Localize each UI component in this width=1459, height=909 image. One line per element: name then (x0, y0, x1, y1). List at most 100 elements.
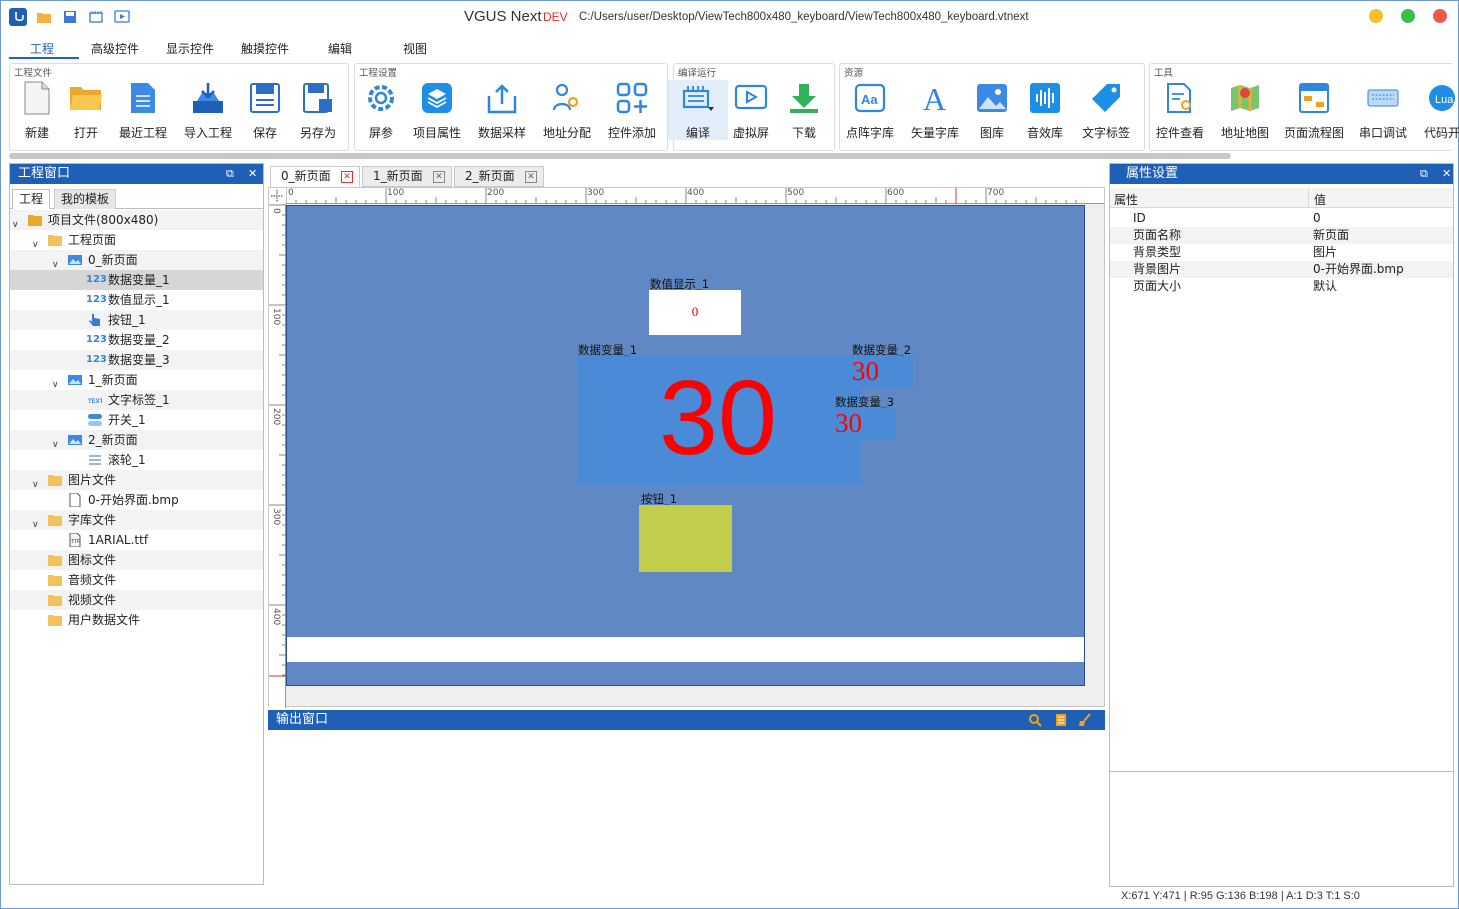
close-icon[interactable]: ✕ (1442, 164, 1451, 184)
title-bar: VGUS Next DEV C:/Users/user/Desktop/View… (1, 1, 1458, 35)
data-var-3-value: 30 (835, 408, 862, 438)
menu-tab-advanced[interactable]: 高级控件 (91, 40, 139, 57)
button-1-widget[interactable] (639, 505, 732, 572)
prop-row-page-size[interactable]: 页面大小 默认 (1110, 278, 1453, 295)
menu-tab-view[interactable]: 视图 (403, 40, 427, 57)
prop-row-page-name[interactable]: 页面名称 新页面 (1110, 227, 1453, 244)
properties-panel-header: 属性设置 ⧉ ✕ (1110, 164, 1453, 184)
tree-item-image-file[interactable]: 0-开始界面.bmp (10, 490, 263, 510)
log-file-icon[interactable] (1054, 713, 1068, 727)
audio-wave-icon (1027, 80, 1063, 116)
tab-page-2[interactable]: 2_新页面 ✕ (454, 166, 544, 187)
tree-item-icons[interactable]: 图标文件 (10, 550, 263, 570)
maximize-button[interactable] (1401, 9, 1415, 23)
prop-row-id[interactable]: ID 0 (1110, 210, 1453, 227)
tree-item-data-var-1[interactable]: 123 数据变量_1 (10, 270, 263, 290)
prop-row-bg-type[interactable]: 背景类型 图片 (1110, 244, 1453, 261)
design-canvas[interactable]: 0 100 200 300 400 500 600 700 0 100 200 … (268, 187, 1105, 708)
tab-page-1[interactable]: 1_新页面 ✕ (362, 166, 452, 187)
prop-row-bg-image[interactable]: 背景图片 0-开始界面.bmp (1110, 261, 1453, 278)
compile-quick-icon[interactable] (87, 8, 105, 26)
data-var-3-widget[interactable]: 30 (834, 408, 896, 440)
tab-templates[interactable]: 我的模板 (54, 189, 117, 209)
active-tab-indicator (9, 57, 79, 59)
app-logo-icon[interactable] (9, 8, 27, 26)
tree-item-switch-1[interactable]: 开关_1 (10, 410, 263, 430)
tree-item-userdata[interactable]: 用户数据文件 (10, 610, 263, 630)
page-flow-button[interactable]: 页面流程图 (1284, 80, 1344, 140)
tree-item-images[interactable]: ∨ 图片文件 (10, 470, 263, 490)
open-folder-icon[interactable] (35, 8, 53, 26)
panel-title: 工程窗口 (18, 166, 71, 181)
tree-item-roller-1[interactable]: 滚轮_1 (10, 450, 263, 470)
group-title: 工程设置 (359, 68, 398, 79)
close-icon[interactable]: ✕ (248, 164, 257, 184)
download-button[interactable]: 下载 (774, 80, 834, 140)
tab-page-0[interactable]: 0_新页面 ✕ (270, 166, 360, 187)
dock-icon[interactable]: ⧉ (1420, 164, 1428, 184)
menu-tab-edit[interactable]: 编辑 (328, 40, 352, 57)
tree-item-text-label-1[interactable]: TEXT 文字标签_1 (10, 390, 263, 410)
add-control-button[interactable]: 控件添加 (602, 80, 662, 140)
folder-icon (48, 595, 62, 606)
group-title: 工具 (1154, 68, 1174, 79)
properties-panel: 属性设置 ⧉ ✕ 属性 值 ID 0 页面名称 新页面 背景类型 图片 背景图片… (1109, 163, 1454, 887)
tree-item-root[interactable]: ∨ 项目文件(800x480) (10, 210, 263, 230)
data-sampling-button[interactable]: 数据采样 (472, 80, 532, 140)
control-view-button[interactable]: 控件查看 (1150, 80, 1210, 140)
project-panel-header: 工程窗口 ⧉ ✕ (10, 164, 263, 184)
page-canvas[interactable]: 数值显示_1 0 数据变量_1 30 数据变量_2 30 数据变量_3 30 按… (286, 205, 1085, 686)
page-image-icon (68, 375, 82, 385)
tree-item-font-file[interactable]: TTF 1ARIAL.ttf (10, 530, 263, 550)
address-alloc-button[interactable]: 地址分配 (537, 80, 597, 140)
tree-item-page-1[interactable]: ∨ 1_新页面 (10, 370, 263, 390)
tree-item-pages[interactable]: ∨ 工程页面 (10, 230, 263, 250)
tree-item-page-2[interactable]: ∨ 2_新页面 (10, 430, 263, 450)
tree-item-fonts[interactable]: ∨ 字库文件 (10, 510, 263, 530)
tree-item-num-display-1[interactable]: 123 数值显示_1 (10, 290, 263, 310)
ribbon: 工程文件 新建 打开 最近工程 导入工程 保存 另存为 工程设置 屏参 项目属性… (9, 61, 1459, 153)
minimize-button[interactable] (1369, 9, 1383, 23)
gear-icon (363, 80, 399, 116)
recent-projects-button[interactable]: 最近工程 (113, 80, 173, 140)
code-button[interactable]: Lua 代码开 (1412, 80, 1459, 140)
data-var-1-widget[interactable]: 30 (577, 356, 862, 485)
serial-debug-button[interactable]: 串口调试 (1353, 80, 1413, 140)
address-map-button[interactable]: 地址地图 (1215, 80, 1275, 140)
folder-icon (48, 555, 62, 566)
font-file-icon: TTF (69, 533, 81, 547)
project-props-button[interactable]: 项目属性 (407, 80, 467, 140)
clear-broom-icon[interactable] (1078, 713, 1092, 727)
tree-item-audio[interactable]: 音频文件 (10, 570, 263, 590)
output-panel-header: 输出窗口 (268, 710, 1105, 730)
project-panel: 工程窗口 ⧉ ✕ 工程 我的模板 ∨ 项目文件(800x480) ∨ 工程页面 … (9, 163, 264, 885)
group-title: 编译运行 (678, 68, 717, 79)
tree-item-data-var-3[interactable]: 123 数据变量_3 (10, 350, 263, 370)
save-as-button[interactable]: 另存为 (288, 80, 348, 140)
tree-item-data-var-2[interactable]: 123 数据变量_2 (10, 330, 263, 350)
tree-item-page-0[interactable]: ∨ 0_新页面 (10, 250, 263, 270)
tab-project[interactable]: 工程 (12, 189, 51, 209)
num-display-widget[interactable]: 0 (649, 290, 741, 335)
close-tab-icon[interactable]: ✕ (525, 171, 537, 183)
menu-tab-display[interactable]: 显示控件 (166, 40, 214, 57)
ribbon-scrollbar[interactable] (9, 153, 1231, 159)
close-tab-icon[interactable]: ✕ (341, 171, 353, 183)
tree-item-video[interactable]: 视频文件 (10, 590, 263, 610)
audio-lib-button[interactable]: 音效库 (1015, 80, 1075, 140)
search-icon[interactable] (1028, 713, 1042, 727)
menu-tab-project[interactable]: 工程 (30, 40, 54, 57)
page-image-icon (68, 435, 82, 445)
text-label-button[interactable]: 文字标签 (1076, 80, 1136, 140)
close-button[interactable] (1433, 9, 1447, 23)
close-tab-icon[interactable]: ✕ (433, 171, 445, 183)
virtual-screen-quick-icon[interactable] (113, 8, 131, 26)
dock-icon[interactable]: ⧉ (226, 164, 234, 184)
menu-tab-touch[interactable]: 触摸控件 (241, 40, 289, 57)
project-path: C:/Users/user/Desktop/ViewTech800x480_ke… (579, 11, 1029, 23)
save-icon[interactable] (61, 8, 79, 26)
dot-font-button[interactable]: Aa 点阵字库 (840, 80, 900, 140)
data-var-2-widget[interactable]: 30 (851, 356, 913, 388)
tree-item-button-1[interactable]: 按钮_1 (10, 310, 263, 330)
flow-chart-icon (1296, 80, 1332, 116)
